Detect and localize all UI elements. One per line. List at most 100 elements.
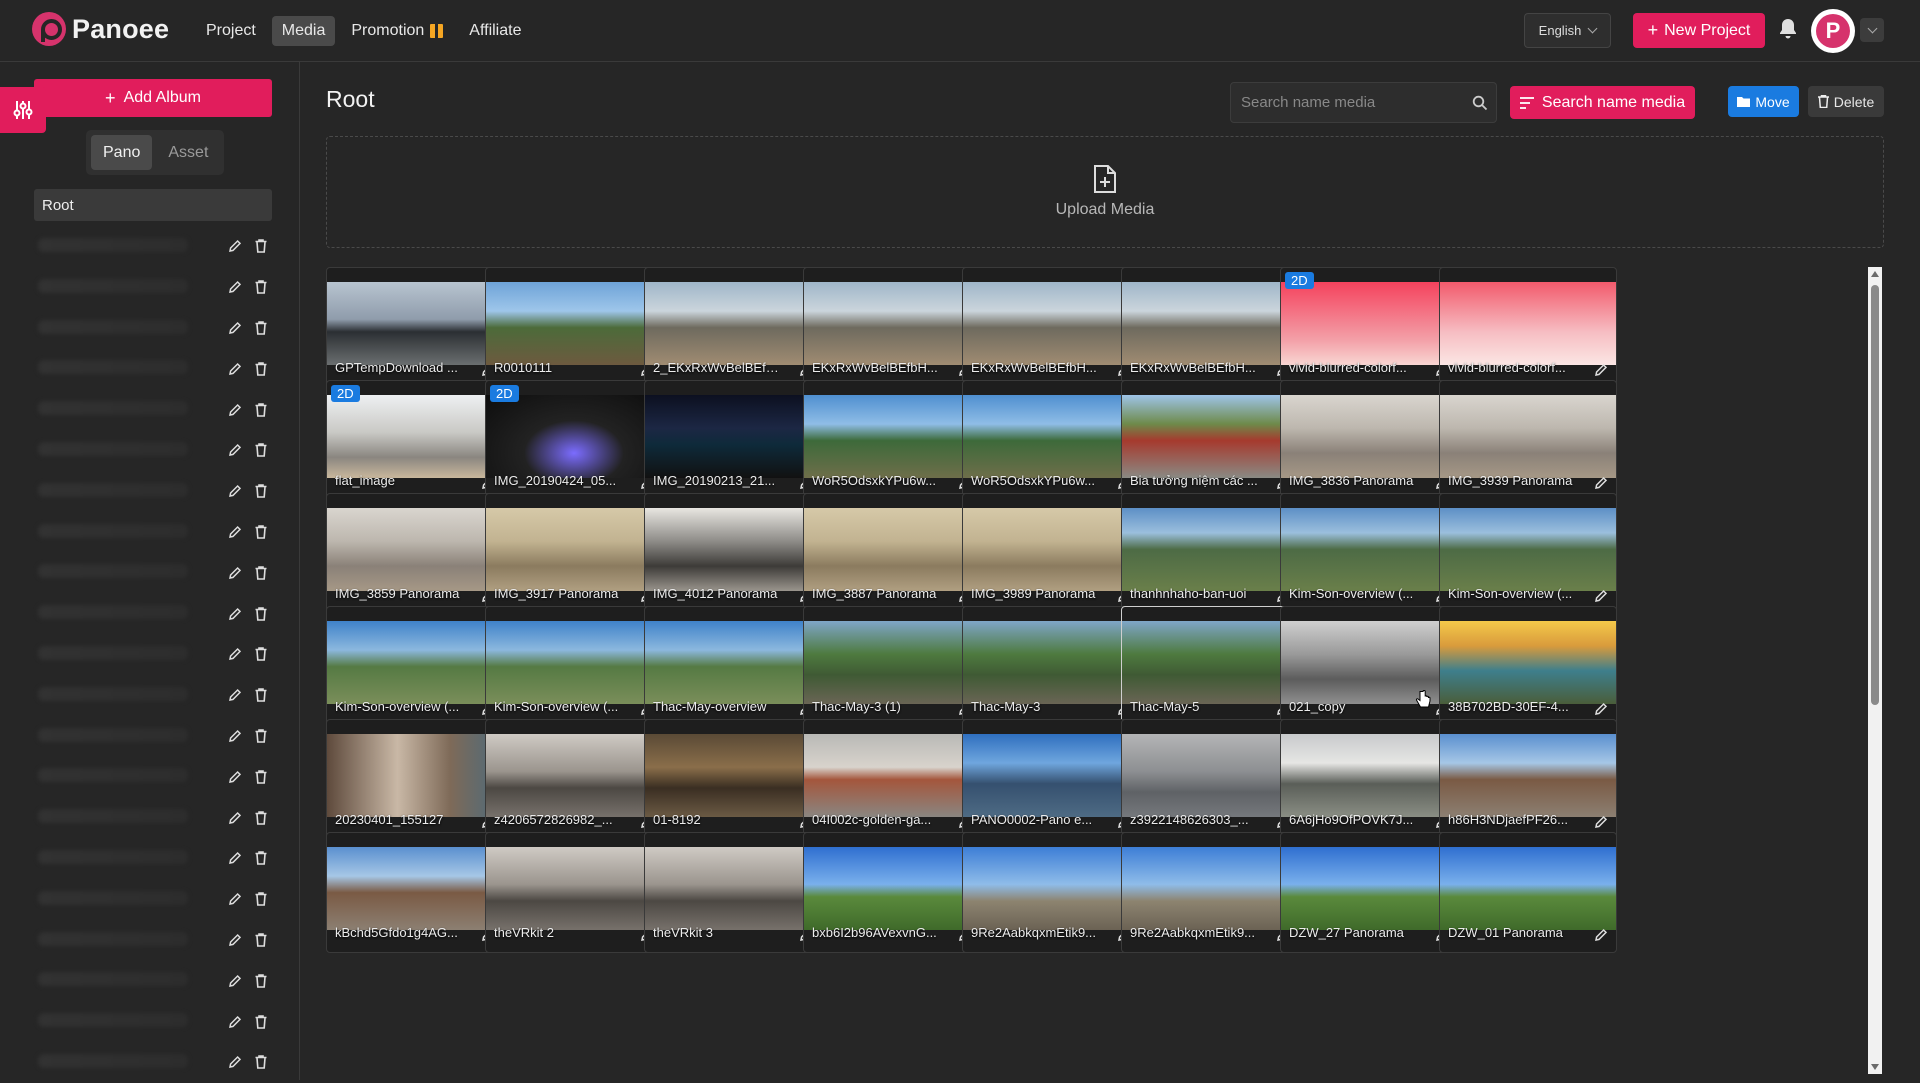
album-item[interactable] [34, 226, 272, 267]
trash-icon[interactable] [254, 729, 268, 743]
edit-pencil-icon[interactable] [228, 525, 242, 539]
trash-icon[interactable] [254, 892, 268, 906]
media-card[interactable]: 9Re2AabkqxmEtik9... [962, 832, 1140, 953]
trash-icon[interactable] [254, 402, 268, 417]
album-root[interactable]: Root [34, 189, 272, 221]
media-card[interactable]: PANO0002-Pano e... [962, 719, 1140, 840]
trash-icon[interactable] [254, 933, 268, 947]
account-dropdown[interactable] [1860, 18, 1884, 42]
media-card[interactable]: kBchd5Gfdo1g4AG... [326, 832, 504, 953]
media-card[interactable]: Thac-May-3 [962, 606, 1140, 727]
edit-pencil-icon[interactable] [228, 770, 242, 784]
edit-pencil-icon[interactable] [228, 974, 242, 988]
media-card[interactable]: 2D IMG_20190424_05... [485, 380, 663, 501]
trash-icon[interactable] [254, 810, 268, 825]
upload-dropzone[interactable]: Upload Media [326, 136, 1884, 248]
album-item[interactable] [34, 960, 272, 1001]
edit-pencil-icon[interactable] [1594, 589, 1608, 603]
edit-pencil-icon[interactable] [228, 443, 242, 457]
new-project-button[interactable]: + New Project [1633, 13, 1765, 48]
album-item[interactable] [34, 1042, 272, 1083]
media-card[interactable]: EKxRxWvBelBEfbH... [1121, 267, 1299, 388]
album-item[interactable] [34, 634, 272, 675]
trash-icon[interactable] [254, 606, 268, 621]
edit-pencil-icon[interactable] [1594, 815, 1608, 829]
edit-pencil-icon[interactable] [228, 403, 242, 417]
language-select[interactable]: English [1524, 13, 1611, 48]
media-card[interactable]: IMG_3939 Panorama [1439, 380, 1617, 501]
album-item[interactable] [34, 389, 272, 430]
nav-affiliate[interactable]: Affiliate [459, 16, 531, 46]
media-card[interactable]: h86H3NDjaefPF26... [1439, 719, 1617, 840]
nav-promotion[interactable]: Promotion [341, 16, 453, 46]
album-item[interactable] [34, 593, 272, 634]
media-card[interactable]: IMG_20190213_21... [644, 380, 822, 501]
edit-pencil-icon[interactable] [228, 280, 242, 294]
media-card[interactable]: 6A6jHo9OfPOVK7J... [1280, 719, 1458, 840]
media-card[interactable]: GPTempDownload ... [326, 267, 504, 388]
album-item[interactable] [34, 920, 272, 961]
trash-icon[interactable] [254, 484, 268, 498]
media-card[interactable]: WoR5OdsxkYPu6w... [962, 380, 1140, 501]
album-item[interactable] [34, 1001, 272, 1042]
media-card[interactable]: Kim-Son-overview (... [1280, 493, 1458, 614]
search-icon[interactable] [1472, 95, 1488, 111]
album-item[interactable] [34, 267, 272, 308]
edit-pencil-icon[interactable] [1594, 702, 1608, 716]
edit-pencil-icon[interactable] [1594, 363, 1608, 377]
media-card[interactable]: theVRkit 3 [644, 832, 822, 953]
media-card[interactable]: 01-8192 [644, 719, 822, 840]
media-card[interactable]: 38B702BD-30EF-4... [1439, 606, 1617, 727]
album-item[interactable] [34, 471, 272, 512]
media-card[interactable]: IMG_3836 Panorama [1280, 380, 1458, 501]
album-item[interactable] [34, 348, 272, 389]
media-card[interactable]: IMG_3989 Panorama [962, 493, 1140, 614]
media-card[interactable]: IMG_3887 Panorama [803, 493, 981, 614]
trash-icon[interactable] [254, 688, 268, 702]
edit-pencil-icon[interactable] [228, 729, 242, 743]
media-card[interactable]: Kim-Son-overview (... [326, 606, 504, 727]
media-card[interactable]: IMG_3917 Panorama [485, 493, 663, 614]
bell-icon[interactable] [1778, 18, 1798, 40]
edit-pencil-icon[interactable] [228, 239, 242, 253]
media-card[interactable]: theVRkit 2 [485, 832, 663, 953]
nav-media[interactable]: Media [271, 16, 336, 46]
album-item[interactable] [34, 430, 272, 471]
edit-pencil-icon[interactable] [228, 607, 242, 621]
trash-icon[interactable] [254, 973, 268, 988]
media-card[interactable]: DZW_27 Panorama [1280, 832, 1458, 953]
edit-pencil-icon[interactable] [228, 851, 242, 865]
search-input[interactable]: Search name media [1230, 82, 1497, 123]
scroll-down-arrow[interactable] [1871, 1064, 1879, 1070]
edit-pencil-icon[interactable] [228, 892, 242, 906]
grid-scrollbar[interactable] [1868, 267, 1882, 1074]
nav-project[interactable]: Project [196, 16, 266, 46]
media-card[interactable]: z4206572826982_... [485, 719, 663, 840]
media-card[interactable]: 20230401_155127 [326, 719, 504, 840]
media-card[interactable]: 2_EKxRxWvBelBEfb... [644, 267, 822, 388]
album-item[interactable] [34, 675, 272, 716]
tab-asset[interactable]: Asset [156, 135, 220, 170]
scroll-thumb[interactable] [1871, 285, 1879, 705]
media-card[interactable]: Kim-Son-overview (... [1439, 493, 1617, 614]
media-card[interactable]: IMG_4012 Panorama [644, 493, 822, 614]
album-item[interactable] [34, 552, 272, 593]
add-album-button[interactable]: + Add Album [34, 79, 272, 117]
edit-pencil-icon[interactable] [228, 484, 242, 498]
album-item[interactable] [34, 308, 272, 349]
trash-icon[interactable] [254, 1014, 268, 1029]
trash-icon[interactable] [254, 443, 268, 458]
media-card[interactable]: R0010111 [485, 267, 663, 388]
avatar[interactable]: P [1811, 9, 1855, 53]
scroll-up-arrow[interactable] [1871, 271, 1879, 277]
panoee-logo[interactable]: Panoee [32, 12, 169, 46]
trash-icon[interactable] [254, 361, 268, 376]
media-card[interactable]: thanhnhaho-ban-uoi [1121, 493, 1299, 614]
trash-icon[interactable] [254, 525, 268, 539]
media-card[interactable]: 2D flat_image [326, 380, 504, 501]
media-card[interactable]: Kim-Son-overview (... [485, 606, 663, 727]
album-item[interactable] [34, 838, 272, 879]
media-card[interactable]: 9Re2AabkqxmEtik9... [1121, 832, 1299, 953]
media-card[interactable]: Thac-May-3 (1) [803, 606, 981, 727]
media-card[interactable]: DZW_01 Panorama [1439, 832, 1617, 953]
